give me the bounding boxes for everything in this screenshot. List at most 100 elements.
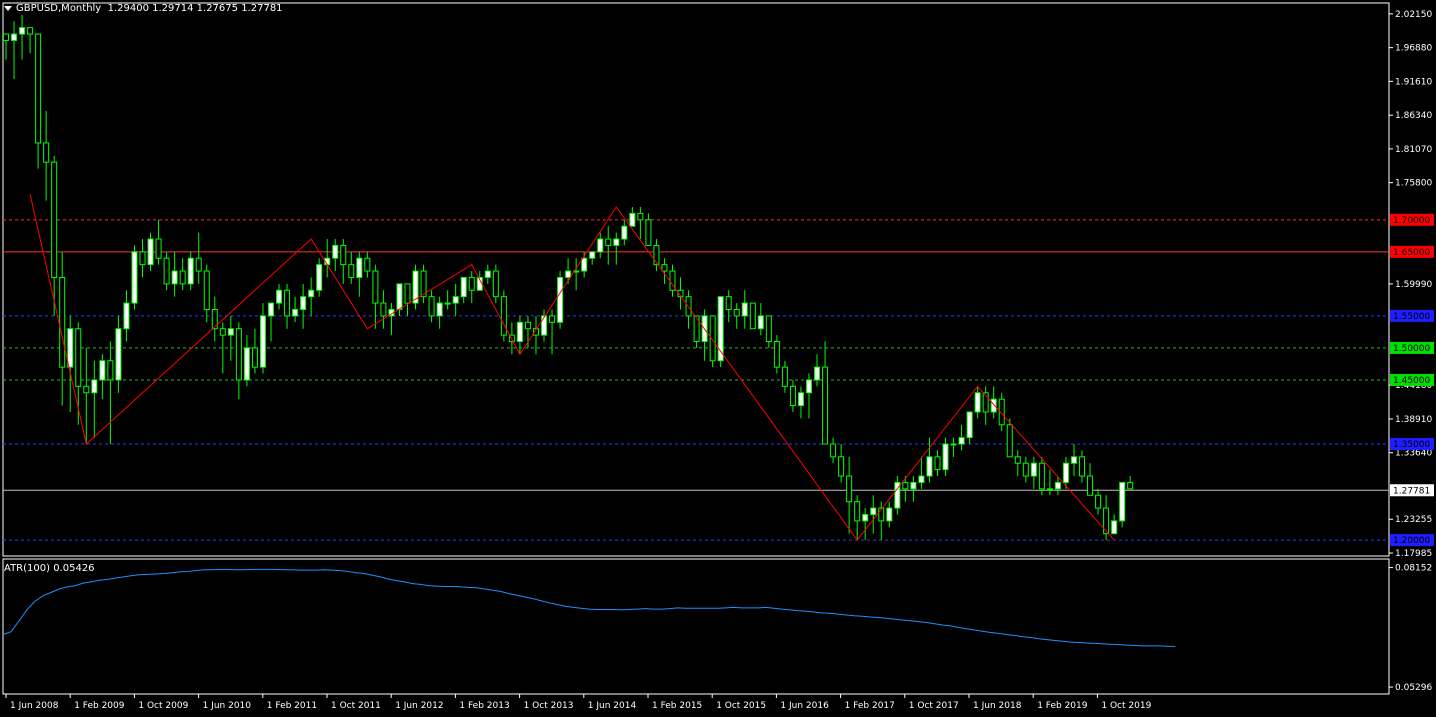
candle-bear <box>155 238 162 259</box>
candle-bull <box>187 257 194 285</box>
time-axis[interactable]: 1 Jun 2008 1 Feb 2009 1 Oct 2009 1 Jun 2010… <box>5 694 1152 711</box>
candle-bear <box>195 257 202 272</box>
candle-bear <box>348 264 355 278</box>
candle-bull <box>974 392 981 413</box>
candle-bear <box>781 366 788 387</box>
chart-canvas[interactable]: 2.02150 1.96880 1.91610 1.86340 1.81070 1.758… <box>0 0 1436 717</box>
candle-bear <box>1006 424 1013 458</box>
candle-bull <box>942 443 949 471</box>
time-tick-label: 1 Oct 2019 <box>1101 701 1151 711</box>
indicator-title[interactable]: ATR(100) 0.05426 <box>4 563 95 574</box>
time-tick-label: 1 Oct 2013 <box>524 701 574 711</box>
dropdown-triangle-icon[interactable] <box>4 5 12 11</box>
candle-bear <box>3 33 9 41</box>
candle-bear <box>1127 481 1134 490</box>
candle-bull <box>1054 481 1061 490</box>
horizontal-levels <box>3 219 1389 541</box>
candle-bear <box>27 27 34 35</box>
candle-bull <box>115 328 122 381</box>
candle-bull <box>958 437 965 445</box>
price-tick-label: 1.17985 <box>1395 549 1432 559</box>
price-tick-label: 2.02150 <box>1395 10 1432 20</box>
candle-bear <box>854 501 861 522</box>
candle-bull <box>806 379 812 394</box>
candle-bull <box>870 507 877 515</box>
time-tick-label: 1 Jun 2016 <box>780 701 829 711</box>
candle-bull <box>11 33 18 41</box>
candle-bull <box>886 507 893 522</box>
candle-bull <box>452 296 459 304</box>
candle-bull <box>436 302 443 317</box>
zigzag-indicator <box>29 194 1115 541</box>
candle-bull <box>484 270 491 278</box>
candle-bear <box>492 270 499 298</box>
price-axis[interactable]: 2.02150 1.96880 1.91610 1.86340 1.81070 1.758… <box>1389 10 1432 559</box>
atr-tick-label: 0.05296 <box>1395 683 1432 693</box>
price-tick-label: 1.86340 <box>1395 111 1432 121</box>
candle-bull <box>300 296 307 310</box>
level-label: 1.50000 <box>1393 344 1430 354</box>
chart-title[interactable]: GBPUSD,Monthly 1.29400 1.29714 1.27675 1… <box>4 3 283 14</box>
candle-bear <box>235 328 242 381</box>
candle-bull <box>862 513 869 522</box>
candle-bear <box>203 270 210 310</box>
candle-bull <box>356 257 363 278</box>
candle-bear <box>822 366 829 445</box>
candle-bear <box>404 283 411 304</box>
candle-bull <box>123 302 130 330</box>
candle-bull <box>444 302 451 305</box>
time-tick-label: 1 Feb 2019 <box>1037 701 1088 711</box>
level-price-labels: 1.70000 1.65000 1.55000 1.50000 1.45000 1.350… <box>1390 213 1434 547</box>
candle-bear <box>773 341 780 368</box>
symbol-label: GBPUSD,Monthly <box>16 3 102 14</box>
candle-bull <box>276 289 283 304</box>
price-tick-label: 1.23255 <box>1395 515 1432 525</box>
price-tick-label: 1.38910 <box>1395 415 1432 425</box>
candle-bear <box>380 302 387 317</box>
candle-bull <box>557 276 564 323</box>
candle-bear <box>1079 456 1086 477</box>
candle-bear <box>51 161 58 278</box>
time-tick-label: 1 Jun 2012 <box>395 701 443 711</box>
candle-bear <box>1038 462 1045 490</box>
atr-axis[interactable]: 0.08152 0.05296 <box>1389 564 1432 693</box>
time-tick-label: 1 Feb 2011 <box>267 701 317 711</box>
candle-bear <box>524 321 531 330</box>
candle-bull <box>621 225 628 240</box>
candle-bull <box>460 276 467 298</box>
atr-tick-label: 0.08152 <box>1395 564 1432 574</box>
price-tick-label: 1.33640 <box>1395 449 1432 459</box>
candle-bull <box>396 283 403 310</box>
atr-line <box>2 568 1176 647</box>
candle-bull <box>797 392 804 407</box>
candle-bear <box>605 238 612 246</box>
candle-bear <box>1014 456 1021 464</box>
candle-bear <box>1103 507 1110 535</box>
candle-bull <box>19 27 26 35</box>
candle-bear <box>139 251 146 266</box>
time-tick-label: 1 Jun 2010 <box>203 701 252 711</box>
candle-bull <box>1062 462 1069 483</box>
candle-bear <box>1087 475 1094 496</box>
candle-bull <box>1070 456 1077 464</box>
time-tick-label: 1 Feb 2013 <box>459 701 509 711</box>
level-label: 1.65000 <box>1393 248 1430 258</box>
time-tick-label: 1 Feb 2015 <box>652 701 702 711</box>
candle-bull <box>541 315 548 336</box>
atr-pane-border <box>2 558 1390 695</box>
candle-bear <box>1095 494 1102 509</box>
candle-bull <box>147 238 154 266</box>
main-pane-border <box>2 2 1390 557</box>
candle-bull <box>99 360 106 381</box>
candle-bear <box>749 302 756 330</box>
time-tick-label: 1 Oct 2009 <box>138 701 188 711</box>
candle-bear <box>251 347 258 368</box>
candle-bear <box>838 456 845 477</box>
time-tick-label: 1 Jun 2018 <box>973 701 1022 711</box>
candle-bear <box>645 219 652 246</box>
candle-bull <box>292 308 299 317</box>
candle-bear <box>830 443 837 458</box>
atr-indicator-line <box>2 568 1176 647</box>
price-tick-label: 1.59990 <box>1395 280 1432 290</box>
time-tick-label: 1 Feb 2017 <box>845 701 895 711</box>
